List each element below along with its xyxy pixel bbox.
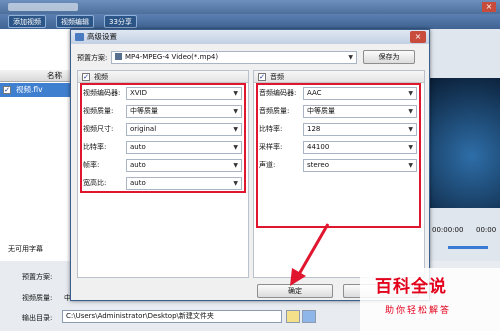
- preset-label: 预置方案:: [77, 54, 108, 62]
- watermark-subtitle: 助你轻松解答: [385, 306, 452, 316]
- app-title: [8, 3, 78, 11]
- app-toolbar: 添加视频 视频编辑 33分享: [0, 14, 500, 29]
- time-display: 00:00:00: [432, 226, 464, 234]
- output-dir-label: 输出目录:: [22, 314, 53, 322]
- file-row[interactable]: ✓ 视频.flv: [0, 83, 70, 97]
- volume-slider[interactable]: [448, 246, 488, 249]
- video-header-label: 视频: [94, 73, 108, 81]
- dialog-titlebar: 高级设置 ×: [71, 30, 429, 44]
- watermark-title: 百科全说: [375, 277, 447, 297]
- audio-header-label: 音频: [270, 73, 284, 81]
- video-settings-highlight: [80, 83, 246, 193]
- bottom-preset-label: 预置方案:: [22, 273, 53, 281]
- tab-video-edit[interactable]: 视频编辑: [56, 15, 94, 28]
- folder-icon[interactable]: [286, 310, 300, 323]
- file-name: 视频.flv: [16, 85, 43, 94]
- audio-settings-highlight: [256, 83, 421, 228]
- tab-add-video[interactable]: 添加视频: [8, 15, 46, 28]
- app-icon: [75, 33, 84, 41]
- tab-share[interactable]: 33分享: [104, 15, 137, 28]
- file-list-pane: [0, 29, 70, 261]
- audio-checkbox[interactable]: ✓: [258, 73, 266, 81]
- open-folder-icon[interactable]: [302, 310, 316, 323]
- time-display-2: 00:00: [476, 226, 497, 234]
- chevron-down-icon: ▼: [348, 54, 353, 61]
- advanced-settings-dialog: 高级设置 × 预置方案: MP4-MPEG-4 Video(*.mp4) ▼ 保存…: [70, 29, 430, 301]
- format-icon: [115, 53, 122, 60]
- annotation-arrow: [290, 223, 330, 286]
- window-close-icon[interactable]: ×: [482, 2, 496, 12]
- preset-value: MP4-MPEG-4 Video(*.mp4): [125, 53, 219, 61]
- bottom-quality-label: 视频质量:: [22, 294, 53, 302]
- audio-header: ✓ 音频: [254, 71, 424, 83]
- preset-select[interactable]: MP4-MPEG-4 Video(*.mp4) ▼: [111, 51, 357, 64]
- output-path-field[interactable]: C:\Users\Administrator\Desktop\新建文件夹: [62, 310, 282, 323]
- preview-image: [430, 78, 500, 208]
- dialog-title: 高级设置: [87, 32, 117, 41]
- video-checkbox[interactable]: ✓: [82, 73, 90, 81]
- save-as-button[interactable]: 保存为: [363, 50, 415, 64]
- close-icon[interactable]: ×: [410, 31, 426, 43]
- app-titlebar: ×: [0, 0, 500, 14]
- video-header: ✓ 视频: [78, 71, 248, 83]
- file-checkbox[interactable]: ✓: [3, 86, 11, 94]
- column-header-name[interactable]: 名称: [0, 70, 70, 82]
- no-subtitle-label: 无可用字幕: [8, 245, 43, 253]
